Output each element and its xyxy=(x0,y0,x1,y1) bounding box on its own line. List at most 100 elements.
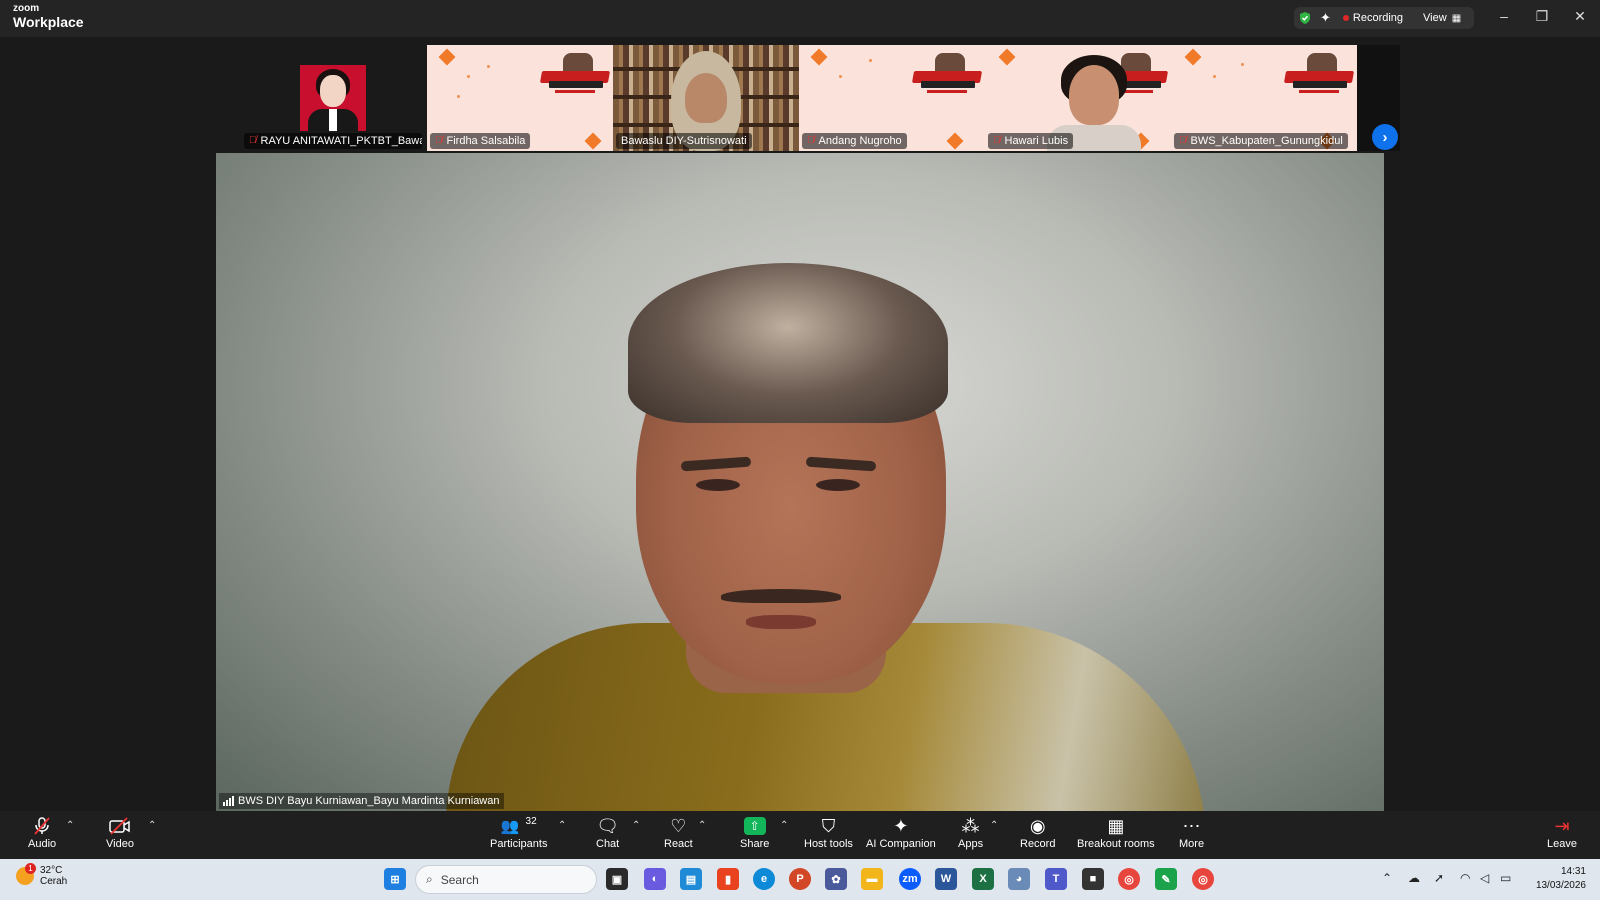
caret-up-icon[interactable]: ⌃ xyxy=(66,820,74,831)
participant-tile[interactable]: 🎙̸ RAYU ANITAWATI_PKTBT_Bawaslu... xyxy=(241,45,427,151)
teams-icon[interactable]: T xyxy=(1045,868,1067,890)
participant-tile[interactable]: Bawaslu DIY-Sutrisnowati xyxy=(613,45,799,151)
participant-name: BWS_Kabupaten_Gunungkidul xyxy=(1190,135,1343,147)
office-icon[interactable]: ▮ xyxy=(717,868,739,890)
caret-up-icon[interactable]: ⌃ xyxy=(780,820,788,831)
view-button[interactable]: View ▦ xyxy=(1423,12,1461,24)
caret-up-icon[interactable]: ⌃ xyxy=(698,820,706,831)
task-view-icon[interactable]: ▣ xyxy=(606,868,628,890)
more-icon: ⋯ xyxy=(1182,816,1201,836)
mic-muted-icon: 🎙̸ xyxy=(435,135,443,146)
powerpoint-icon[interactable]: P xyxy=(789,868,811,890)
weather-temp: 32°C xyxy=(40,865,63,876)
app-icon[interactable]: ■ xyxy=(1082,868,1104,890)
participants-button[interactable]: 👥 32 Participants xyxy=(490,814,547,851)
leave-label: Leave xyxy=(1547,838,1577,850)
share-button[interactable]: ⇧ Share xyxy=(740,814,769,850)
cloud-off-icon[interactable]: ☁ xyxy=(1408,871,1420,885)
ai-app-icon[interactable]: ✿ xyxy=(825,868,847,890)
search-placeholder: Search xyxy=(440,872,479,887)
chrome-icon[interactable]: ◎ xyxy=(1118,868,1140,890)
app-icon[interactable]: ✎ xyxy=(1155,868,1177,890)
word-icon[interactable]: W xyxy=(935,868,957,890)
meeting-status-pill: ✦ Recording View ▦ xyxy=(1294,7,1474,29)
video-off-icon xyxy=(108,814,132,838)
participant-name-label: Bawaslu DIY-Sutrisnowati xyxy=(616,133,752,149)
chevron-right-icon[interactable]: › xyxy=(1372,124,1398,150)
system-clock[interactable]: 14:31 13/03/2026 xyxy=(1524,865,1586,893)
windows-start-icon[interactable]: ⊞ xyxy=(384,868,406,890)
leave-icon: ⇥ xyxy=(1554,816,1570,836)
participant-name: Hawari Lubis xyxy=(1004,135,1069,147)
video-button[interactable]: Video xyxy=(106,814,134,850)
participant-name: Bawaslu DIY-Sutrisnowati xyxy=(621,135,747,147)
chrome-icon[interactable]: ◎ xyxy=(1192,868,1214,890)
breakout-rooms-button[interactable]: ▦ Breakout rooms xyxy=(1077,814,1155,850)
logo-small-text: zoom xyxy=(13,3,40,14)
participant-name-label: 🎙̸ RAYU ANITAWATI_PKTBT_Bawaslu... xyxy=(244,133,422,149)
shield-check-icon[interactable] xyxy=(1298,11,1312,25)
participant-name: Firdha Salsabila xyxy=(446,135,526,147)
speaker-icon[interactable]: ◁ xyxy=(1480,871,1489,885)
title-bar: zoom Workplace ✦ Recording View ▦ – ❐ ✕ xyxy=(0,0,1600,37)
participant-tile[interactable]: 🎙̸ Hawari Lubis xyxy=(985,45,1171,151)
caret-up-icon[interactable]: ⌃ xyxy=(632,820,640,831)
audio-button[interactable]: Audio xyxy=(28,814,56,850)
chat-icon: 🗨 xyxy=(596,816,620,836)
chat-button[interactable]: 🗨 Chat xyxy=(596,814,619,850)
caret-up-icon[interactable]: ⌃ xyxy=(990,820,998,831)
file-explorer-icon[interactable]: ▬ xyxy=(861,868,883,890)
participant-tile[interactable]: 🎙̸ Firdha Salsabila xyxy=(427,45,613,151)
copilot-icon[interactable]: ◐ xyxy=(644,868,666,890)
weather-badge: 1 xyxy=(25,863,36,874)
view-label: View xyxy=(1423,12,1447,24)
more-label: More xyxy=(1179,838,1205,850)
more-button[interactable]: ⋯ More xyxy=(1179,814,1204,850)
clock-time: 14:31 xyxy=(1560,866,1586,877)
recording-dot-icon xyxy=(1342,15,1349,21)
excel-icon[interactable]: X xyxy=(972,868,994,890)
clock-date: 13/03/2026 xyxy=(1535,880,1586,891)
participant-tile[interactable]: 🎙̸ Andang Nugroho xyxy=(799,45,985,151)
shield-icon: ⛉ xyxy=(821,816,836,836)
taskbar-search[interactable]: ⌕ Search xyxy=(415,865,597,894)
store-icon[interactable]: ▤ xyxy=(680,868,702,890)
windows-taskbar: 1 32°C Cerah ⊞ ⌕ Search ▣ ◐ ▤ ▮ e P ✿ ▬ … xyxy=(0,859,1600,900)
close-icon[interactable]: ✕ xyxy=(1570,8,1590,25)
chevron-up-icon[interactable]: ⌃ xyxy=(1382,871,1392,885)
record-button[interactable]: ◉ Record xyxy=(1020,814,1055,850)
leave-button[interactable]: ⇥ Leave xyxy=(1547,814,1577,850)
speaker-name-label: BWS DIY Bayu Kurniawan_Bayu Mardinta Kur… xyxy=(219,793,504,809)
weather-widget[interactable]: 1 32°C Cerah xyxy=(16,863,67,887)
share-label: Share xyxy=(740,838,770,850)
edge-icon[interactable]: e xyxy=(753,868,775,890)
active-speaker-video[interactable]: BWS DIY Bayu Kurniawan_Bayu Mardinta Kur… xyxy=(216,153,1384,811)
restore-icon[interactable]: ❐ xyxy=(1532,8,1552,25)
zoom-app-icon[interactable]: zm xyxy=(899,868,921,890)
ai-sparkle-icon: ✦ xyxy=(893,816,909,836)
record-label: Record xyxy=(1020,838,1056,850)
participant-tile[interactable]: 🎙̸ BWS_Kabupaten_Gunungkidul xyxy=(1171,45,1357,151)
app-icon[interactable]: ◕ xyxy=(1008,868,1030,890)
caret-up-icon[interactable]: ⌃ xyxy=(558,820,566,831)
react-button[interactable]: ♡ React xyxy=(664,814,693,850)
apps-label: Apps xyxy=(958,838,984,850)
speaker-name: BWS DIY Bayu Kurniawan_Bayu Mardinta Kur… xyxy=(238,795,500,807)
participant-name: RAYU ANITAWATI_PKTBT_Bawaslu... xyxy=(260,135,423,147)
participant-name-label: 🎙̸ Firdha Salsabila xyxy=(430,133,531,149)
participant-name-label: 🎙̸ BWS_Kabupaten_Gunungkidul xyxy=(1174,133,1348,149)
audio-label: Audio xyxy=(28,838,57,850)
breakout-rooms-label: Breakout rooms xyxy=(1077,838,1155,850)
apps-button[interactable]: ⁂ Apps xyxy=(958,814,983,850)
ai-sparkle-icon[interactable]: ✦ xyxy=(1320,10,1331,26)
wifi-icon[interactable]: ◠ xyxy=(1460,871,1470,885)
minimize-icon[interactable]: – xyxy=(1494,8,1514,24)
ai-companion-button[interactable]: ✦ AI Companion xyxy=(866,814,936,850)
gallery-strip: 🎙̸ RAYU ANITAWATI_PKTBT_Bawaslu... 🎙̸ Fi… xyxy=(241,45,1400,151)
share-arrow-icon: ⇧ xyxy=(743,814,766,838)
caret-up-icon[interactable]: ⌃ xyxy=(148,820,156,831)
recording-label[interactable]: Recording xyxy=(1353,12,1403,24)
location-icon[interactable]: ➚ xyxy=(1434,871,1444,885)
battery-icon[interactable]: ▭ xyxy=(1500,871,1511,885)
host-tools-button[interactable]: ⛉ Host tools xyxy=(804,814,853,850)
